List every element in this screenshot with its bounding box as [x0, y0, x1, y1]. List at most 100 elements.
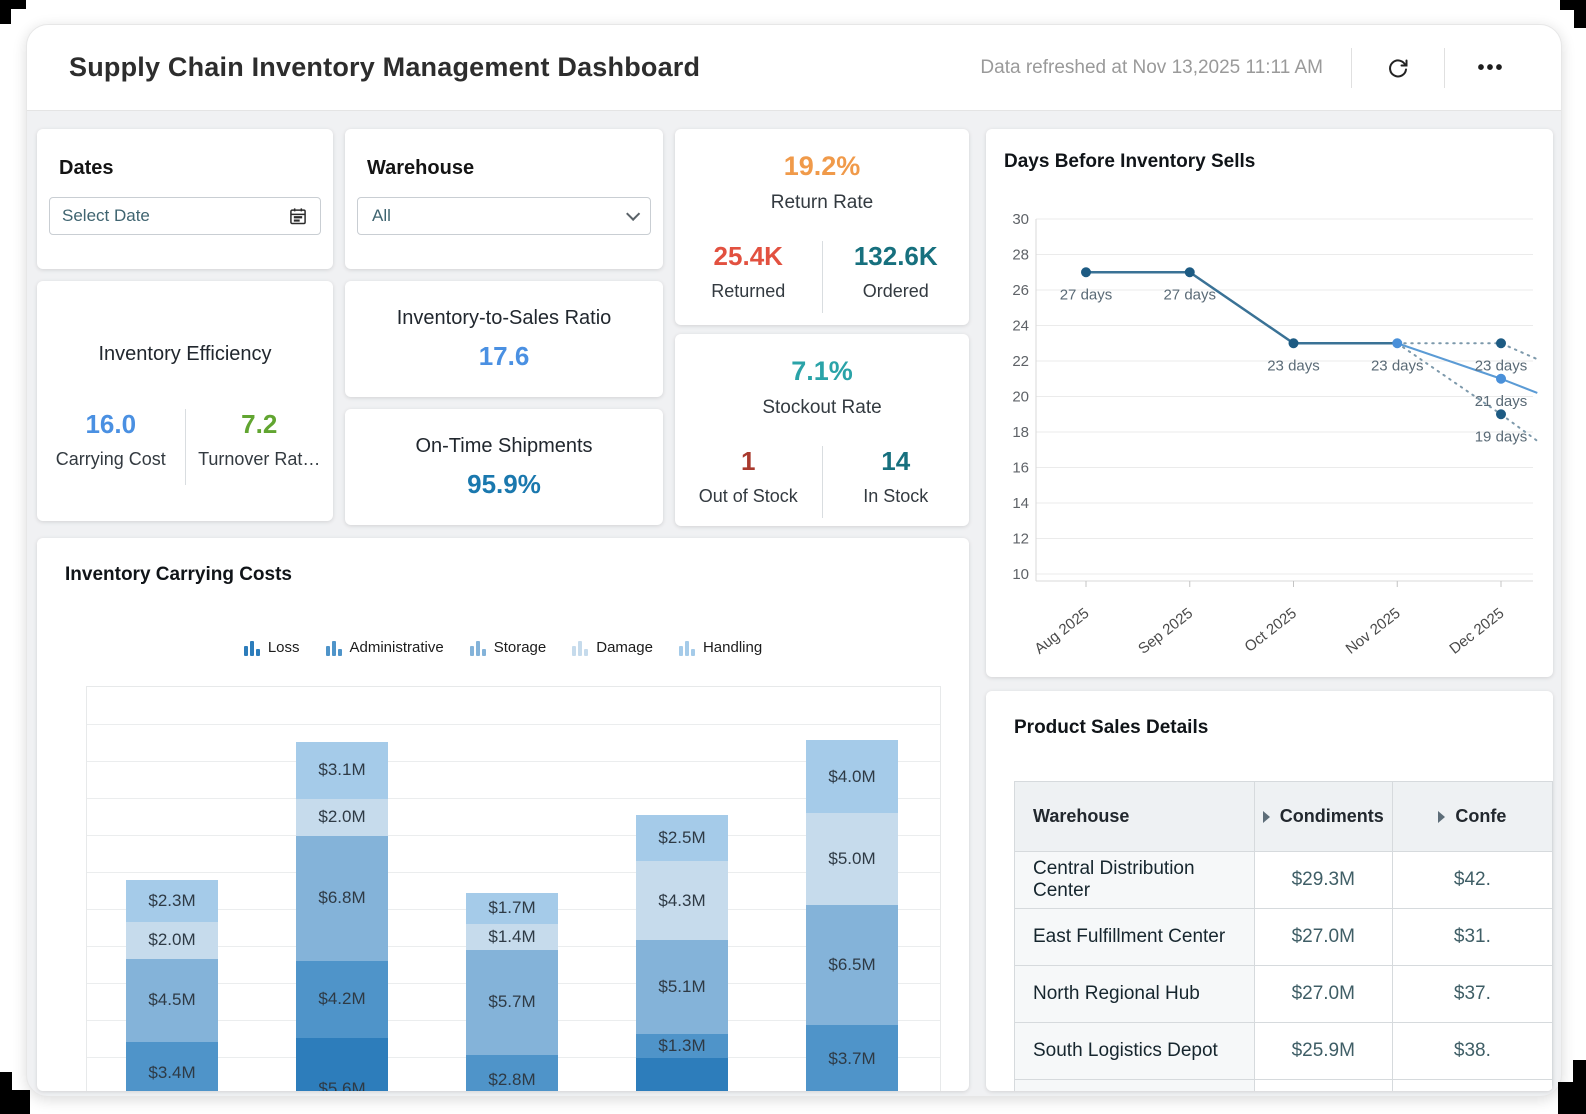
- bar-segment-damage[interactable]: $2.0M: [126, 922, 218, 959]
- column-header-condiments[interactable]: Condiments: [1253, 781, 1393, 852]
- bar-segment-label: $1.7M: [488, 898, 536, 918]
- date-input[interactable]: [62, 206, 288, 226]
- stockout-rate-label: Stockout Rate: [762, 397, 882, 418]
- out-of-stock-value: 1: [741, 446, 756, 476]
- product-sales-details-card: Product Sales Details Warehouse Condimen…: [986, 691, 1553, 1091]
- carrying-cost-label: Carrying Cost: [55, 449, 166, 469]
- bar-segment-administrative[interactable]: $3.7M: [806, 1025, 898, 1091]
- data-point-label: 27 days: [1060, 286, 1113, 303]
- gridline: [87, 724, 940, 725]
- bar-segment-loss[interactable]: $5.6M: [296, 1037, 388, 1091]
- bar-segment-administrative[interactable]: $4.2M: [296, 960, 388, 1038]
- line-chart-plot: 30 28 26 24 22 20 18 16 14 12 10 Aug 2025 Sep 2025 Oc…: [1012, 211, 1539, 658]
- bar-segment-damage[interactable]: $2.0M: [296, 798, 388, 836]
- y-axis-tick: 16: [1012, 460, 1029, 477]
- y-axis-tick: 18: [1012, 424, 1029, 441]
- bar-segment-damage[interactable]: $5.0M: [806, 813, 898, 906]
- data-point-dot[interactable]: [1496, 373, 1506, 384]
- warehouse-select[interactable]: All: [357, 197, 651, 235]
- inventory-to-sales-value: 17.6: [478, 341, 530, 371]
- legend-item-storage[interactable]: Storage: [469, 640, 546, 656]
- legend-item-handling[interactable]: Handling: [678, 640, 762, 656]
- column-header-confections[interactable]: Confe: [1391, 781, 1553, 852]
- bar-segment-storage[interactable]: $5.7M: [466, 949, 558, 1055]
- bar-segment-storage[interactable]: $5.1M: [636, 940, 728, 1035]
- data-point-label: 19 days: [1475, 428, 1528, 445]
- divider: [1351, 47, 1352, 88]
- mini-bar-chart-icon: [325, 640, 342, 656]
- dates-filter-card: Dates: [37, 129, 333, 269]
- refresh-button[interactable]: [1380, 50, 1416, 86]
- sort-icon: [1438, 810, 1446, 823]
- y-axis-tick: 12: [1012, 531, 1029, 548]
- confections-cell: $31.: [1391, 908, 1553, 966]
- bar-segment-label: $1.3M: [658, 1036, 706, 1056]
- bar-segment-label: $2.5M: [658, 828, 706, 848]
- bar-segment-administrative[interactable]: $1.3M: [636, 1034, 728, 1059]
- bar-segment-label: $4.3M: [658, 890, 706, 910]
- data-point-dot[interactable]: [1496, 409, 1506, 420]
- dashboard-container: Supply Chain Inventory Management Dashbo…: [26, 24, 1562, 1097]
- page-title: Supply Chain Inventory Management Dashbo…: [69, 52, 701, 82]
- x-axis-label: Nov 2025: [1343, 605, 1404, 658]
- ordered-value: 132.6K: [853, 241, 938, 271]
- table-header-row: Warehouse Condiments Confe: [1014, 781, 1553, 852]
- legend-item-loss[interactable]: Loss: [243, 640, 300, 656]
- data-point-dot[interactable]: [1288, 338, 1299, 349]
- data-point-dot[interactable]: [1392, 338, 1403, 349]
- mini-bar-chart-icon: [243, 640, 260, 656]
- bar-segment-label: $3.7M: [828, 1049, 876, 1069]
- bar-segment-handling[interactable]: $2.5M: [636, 815, 728, 862]
- bar-segment-handling[interactable]: $3.1M: [296, 741, 388, 799]
- warehouse-label: Warehouse: [367, 157, 475, 179]
- y-axis-tick: 24: [1012, 318, 1029, 335]
- date-picker[interactable]: [49, 197, 321, 235]
- condiments-cell: $27.0M: [1253, 965, 1393, 1023]
- inventory-efficiency-title: Inventory Efficiency: [98, 343, 272, 365]
- legend-item-damage[interactable]: Damage: [572, 640, 653, 656]
- ellipsis-icon: •••: [1477, 56, 1505, 79]
- table-row: Central Distribution Center $29.3M $42.: [1014, 851, 1553, 909]
- bar-segment-storage[interactable]: $4.5M: [126, 958, 218, 1042]
- bar-segment-label: $2.0M: [148, 930, 196, 950]
- on-time-shipments-card: On-Time Shipments 95.9%: [345, 409, 663, 525]
- bar-segment-administrative[interactable]: $3.4M: [126, 1041, 218, 1091]
- inventory-carrying-costs-card: Inventory Carrying Costs Loss Administrat…: [37, 538, 969, 1091]
- product-sales-table: Warehouse Condiments Confe Central Distr…: [1014, 781, 1553, 1091]
- warehouse-cell: Central Distribution Center: [1014, 851, 1255, 909]
- bar-segment-damage[interactable]: $4.3M: [636, 861, 728, 941]
- bar-segment-administrative[interactable]: $2.8M: [466, 1054, 558, 1091]
- bar-segment-handling[interactable]: $2.3M: [126, 879, 218, 923]
- bar-segment-handling[interactable]: $4.0M: [806, 739, 898, 814]
- returned-label: Returned: [711, 281, 786, 301]
- bar-segment-loss[interactable]: $4.5M: [636, 1058, 728, 1091]
- data-point-dot[interactable]: [1184, 267, 1195, 278]
- data-point-dot[interactable]: [1081, 267, 1091, 278]
- stockout-rate-card: 7.1% Stockout Rate 1 Out of Stock 14 In …: [675, 334, 969, 526]
- dashboard-header: Supply Chain Inventory Management Dashbo…: [27, 25, 1561, 111]
- bar-segment-storage[interactable]: $6.8M: [296, 835, 388, 961]
- y-axis-tick: 22: [1012, 353, 1029, 370]
- calendar-icon[interactable]: [288, 206, 308, 226]
- data-point-label: 23 days: [1267, 357, 1320, 374]
- table-row: South Logistics Depot $25.9M $38.: [1014, 1022, 1553, 1080]
- warehouse-filter-card: Warehouse All: [345, 129, 663, 269]
- bar-segment-label: $3.1M: [318, 760, 366, 780]
- column-header-warehouse[interactable]: Warehouse: [1014, 781, 1255, 852]
- more-options-button[interactable]: •••: [1473, 50, 1509, 86]
- mini-bar-chart-icon: [469, 640, 486, 656]
- legend-item-administrative[interactable]: Administrative: [325, 640, 444, 656]
- confections-cell: $38.: [1391, 1022, 1553, 1080]
- bar-segment-handling[interactable]: $1.7M: [466, 892, 558, 924]
- x-axis-label: Dec 2025: [1446, 605, 1507, 658]
- bar-segment-storage[interactable]: $6.5M: [806, 905, 898, 1026]
- data-point-dot[interactable]: [1496, 338, 1506, 349]
- refresh-icon: [1386, 56, 1410, 80]
- warehouse-cell: North Regional Hub: [1014, 965, 1255, 1023]
- in-stock-label: In Stock: [863, 486, 929, 506]
- warehouse-cell: East Fulfillment Center: [1014, 908, 1255, 966]
- bar-segment-damage[interactable]: $1.4M: [466, 923, 558, 950]
- sort-icon: [1262, 810, 1270, 823]
- legend-label: Damage: [596, 639, 653, 656]
- in-stock-value: 14: [881, 446, 911, 476]
